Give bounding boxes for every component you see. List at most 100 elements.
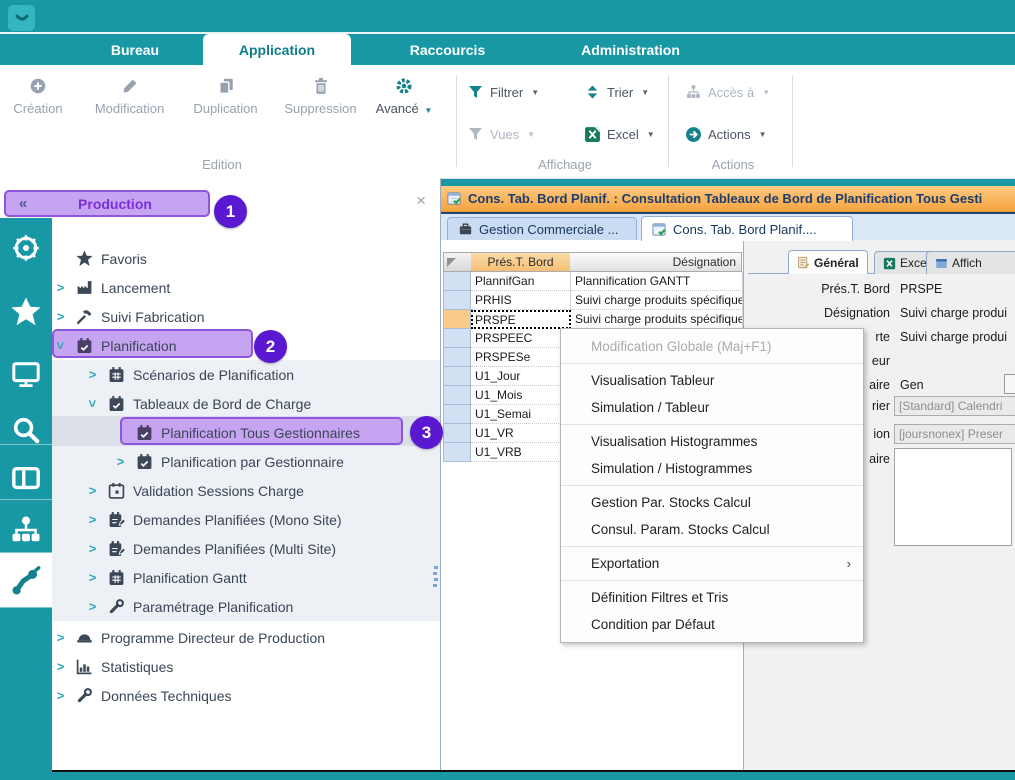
close-panel-icon[interactable] [416, 192, 426, 209]
star-icon[interactable] [0, 290, 52, 334]
duplication-button[interactable]: Duplication [178, 77, 273, 116]
nav-header-production[interactable]: Production [4, 190, 210, 217]
expander-closed-icon[interactable] [54, 688, 67, 703]
row-selector-cell[interactable] [443, 443, 471, 462]
table-select-all-header[interactable] [443, 252, 472, 272]
table-row-selected[interactable]: PRSPE Suivi charge produits spécifiques [443, 310, 743, 329]
expander-closed-icon[interactable] [86, 570, 99, 585]
creation-button[interactable]: Création [8, 77, 68, 116]
collapse-panel-icon[interactable] [6, 195, 40, 212]
row-selector-cell[interactable] [443, 367, 471, 386]
menu-item-simulation-histogrammes[interactable]: Simulation / Histogrammes [561, 455, 863, 482]
cell-code[interactable]: U1_Jour [471, 367, 571, 386]
tree-item-favoris[interactable]: Favoris [0, 244, 494, 273]
expander-open-icon[interactable] [85, 397, 100, 410]
row-selector-cell[interactable] [443, 424, 471, 443]
app-logo-icon[interactable] [8, 5, 35, 31]
menu-item-visualisation-tableur[interactable]: Visualisation Tableur [561, 367, 863, 394]
monitor-icon[interactable] [0, 352, 52, 396]
tree-item-planification[interactable]: Planification [0, 331, 494, 360]
cell-code[interactable]: U1_VR [471, 424, 571, 443]
excel-button[interactable]: Excel ▼ [583, 125, 655, 143]
expander-closed-icon[interactable] [86, 483, 99, 498]
row-selector-cell[interactable] [443, 310, 471, 329]
tree-item-statistiques[interactable]: Statistiques [0, 652, 494, 681]
menu-item-definition-filtres-et-tris[interactable]: Définition Filtres et Tris [561, 584, 863, 611]
row-selector-cell[interactable] [443, 405, 471, 424]
suppression-button[interactable]: Suppression [273, 77, 368, 116]
cell-code[interactable]: PRSPESe [471, 348, 571, 367]
detail-tab-general[interactable]: Général [788, 250, 868, 274]
menu-tab-bureau[interactable]: Bureau [75, 34, 195, 65]
sitemap-icon[interactable] [0, 508, 52, 552]
menu-item-modification-globale[interactable]: Modification Globale (Maj+F1) [561, 333, 863, 360]
columns-icon[interactable] [0, 456, 52, 500]
table-header-pres-t-bord[interactable]: Prés.T. Bord [471, 252, 571, 272]
cell-designation[interactable]: Plannification GANTT [571, 272, 743, 291]
condition-input[interactable]: [joursnonex] Preser [894, 424, 1015, 444]
column-header-label: Désignation [673, 255, 736, 269]
row-selector-cell[interactable] [443, 291, 471, 310]
vues-button[interactable]: Vues ▼ [466, 125, 535, 143]
tree-item-programme-directeur-de-production[interactable]: Programme Directeur de Production [0, 623, 494, 652]
acces-a-button[interactable]: Accès à ▼ [684, 83, 770, 101]
tree-item-suivi-fabrication[interactable]: Suivi Fabrication [0, 302, 494, 331]
menu-tab-label: Bureau [111, 42, 159, 58]
trier-button[interactable]: Trier ▼ [583, 83, 649, 101]
expander-closed-icon[interactable] [114, 454, 127, 469]
row-selector-cell[interactable] [443, 348, 471, 367]
window-tab-cons-tab-bord-planif[interactable]: Cons. Tab. Bord Planif.... [641, 216, 853, 241]
menu-item-condition-par-defaut[interactable]: Condition par Défaut [561, 611, 863, 638]
expander-closed-icon[interactable] [86, 367, 99, 382]
wheel-icon[interactable] [0, 226, 52, 270]
cell-designation[interactable]: Suivi charge produits spécifiques [571, 310, 743, 329]
cell-code[interactable]: PlannifGan [471, 272, 571, 291]
menu-item-simulation-tableur[interactable]: Simulation / Tableur [561, 394, 863, 421]
cell-code[interactable]: U1_Mois [471, 386, 571, 405]
window-tab-gestion-commerciale[interactable]: Gestion Commerciale ... [447, 217, 637, 240]
cell-code[interactable]: U1_Semai [471, 405, 571, 424]
tree-item-lancement[interactable]: Lancement [0, 273, 494, 302]
expander-closed-icon[interactable] [86, 599, 99, 614]
modification-button[interactable]: Modification [82, 77, 177, 116]
detail-tab-affichage[interactable]: Affich [926, 251, 1015, 274]
trash-icon [312, 77, 330, 95]
expander-closed-icon[interactable] [54, 309, 67, 324]
expander-open-icon[interactable] [53, 339, 68, 352]
menu-item-consul-param-stocks-calcul[interactable]: Consul. Param. Stocks Calcul [561, 516, 863, 543]
cell-code[interactable]: U1_VRB [471, 443, 571, 462]
actions-button[interactable]: Actions ▼ [684, 125, 767, 143]
menu-tab-raccourcis[interactable]: Raccourcis [385, 34, 510, 65]
robot-arm-icon[interactable] [0, 553, 52, 607]
row-selector-cell[interactable] [443, 329, 471, 348]
menu-tab-administration[interactable]: Administration [548, 34, 713, 65]
calendrier-input[interactable]: [Standard] Calendri [894, 396, 1015, 416]
menu-item-visualisation-histogrammes[interactable]: Visualisation Histogrammes [561, 428, 863, 455]
table-row[interactable]: PRHIS Suivi charge produits spécifiques [443, 291, 743, 310]
row-selector-cell[interactable] [443, 386, 471, 405]
table-row[interactable]: PlannifGan Plannification GANTT [443, 272, 743, 291]
expander-closed-icon[interactable] [54, 630, 67, 645]
menu-tab-application[interactable]: Application [203, 34, 351, 65]
menu-item-gestion-par-stocks-calcul[interactable]: Gestion Par. Stocks Calcul [561, 489, 863, 516]
row-selector-cell[interactable] [443, 272, 471, 291]
expander-closed-icon[interactable] [86, 512, 99, 527]
panel-splitter-handle[interactable] [433, 563, 439, 603]
menu-tab-label: Application [239, 42, 315, 58]
menu-item-exportation[interactable]: Exportation› [561, 550, 863, 577]
search-icon[interactable] [0, 408, 52, 452]
cell-code[interactable]: PRSPEEC [471, 329, 571, 348]
lookup-button[interactable] [1004, 374, 1015, 394]
expander-closed-icon[interactable] [86, 541, 99, 556]
table-header-designation[interactable]: Désignation [570, 252, 742, 272]
expander-closed-icon[interactable] [54, 659, 67, 674]
avance-button[interactable]: Avancé ▼ [368, 77, 440, 116]
expander-closed-icon[interactable] [54, 280, 67, 295]
filtrer-button[interactable]: Filtrer ▼ [466, 83, 539, 101]
cell-code[interactable]: PRHIS [471, 291, 571, 310]
cell-code[interactable]: PRSPE [471, 310, 571, 329]
cell-designation[interactable]: Suivi charge produits spécifiques [571, 291, 743, 310]
tree-item-donnees-techniques[interactable]: Données Techniques [0, 681, 494, 710]
commentaire-textarea[interactable] [894, 448, 1012, 546]
tree-item-label: Statistiques [101, 659, 173, 675]
